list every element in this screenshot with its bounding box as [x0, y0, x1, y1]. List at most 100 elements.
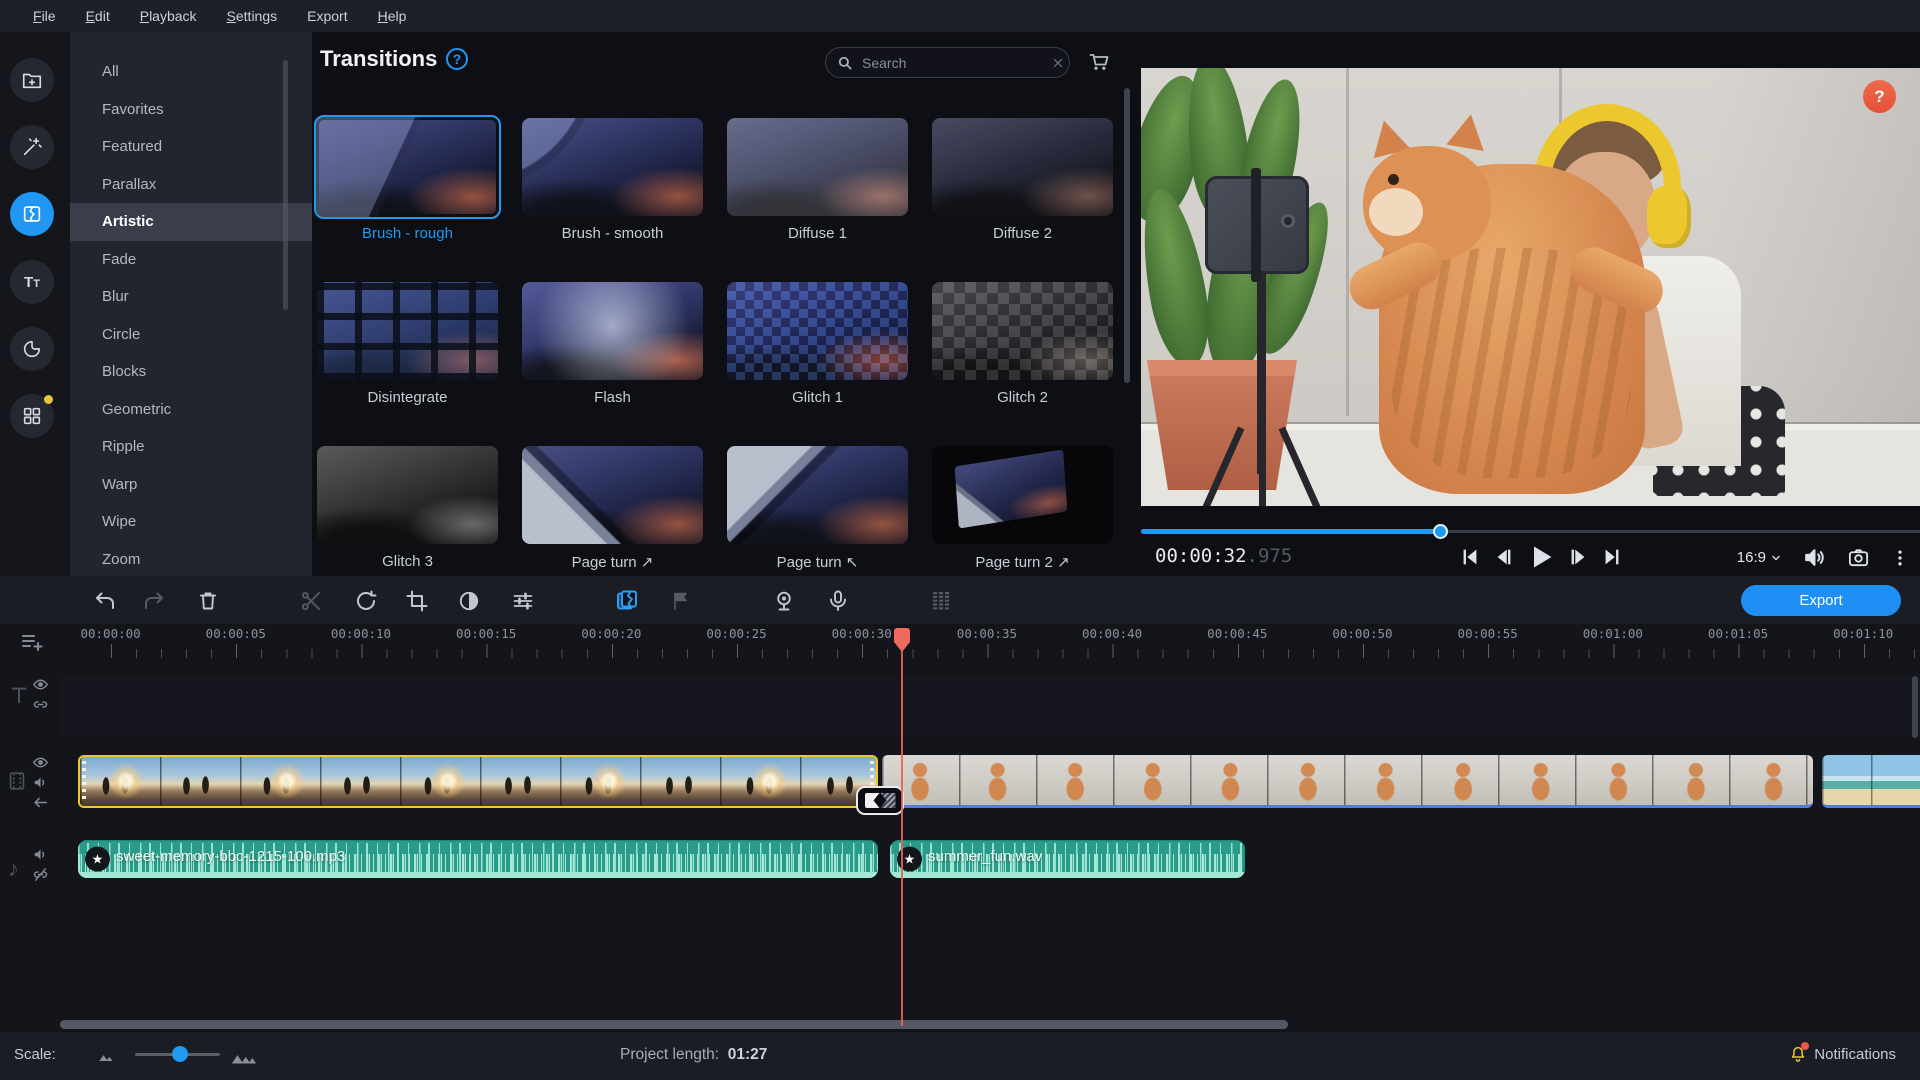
- track-blocks-icon[interactable]: [929, 589, 953, 613]
- filters-button[interactable]: [10, 125, 54, 169]
- category-artistic[interactable]: Artistic: [70, 203, 312, 241]
- link-icon[interactable]: [32, 696, 49, 713]
- delete-icon[interactable]: [196, 589, 220, 613]
- playhead-line[interactable]: [901, 628, 903, 1026]
- menu-file[interactable]: File: [22, 4, 67, 28]
- skip-to-end-icon[interactable]: [1601, 546, 1623, 568]
- rotate-icon[interactable]: [354, 589, 378, 613]
- video-clip-selected[interactable]: [78, 755, 878, 808]
- notifications-button[interactable]: Notifications: [1789, 1045, 1896, 1063]
- category-featured[interactable]: Featured: [70, 128, 312, 166]
- volume-icon[interactable]: [1802, 545, 1827, 570]
- transition-thumbnail: [727, 118, 908, 216]
- marker-flag-icon[interactable]: [669, 589, 693, 613]
- more-icon[interactable]: [1890, 548, 1910, 568]
- notification-dot: [44, 395, 53, 404]
- audio-clip-2[interactable]: ★ summer_fun.wav: [890, 840, 1245, 878]
- transition-label: Glitch 1: [727, 389, 908, 406]
- help-button[interactable]: ?: [1863, 80, 1896, 113]
- voice-record-icon[interactable]: [826, 589, 850, 613]
- category-favorites[interactable]: Favorites: [70, 91, 312, 129]
- transition-tool-icon[interactable]: [615, 589, 639, 613]
- category-geometric[interactable]: Geometric: [70, 391, 312, 429]
- webcam-capture-icon[interactable]: [772, 589, 796, 613]
- volume-icon[interactable]: [32, 846, 49, 863]
- vertical-scrollbar[interactable]: [1912, 676, 1918, 738]
- transition-flash[interactable]: Flash: [522, 282, 703, 406]
- snapshot-icon[interactable]: [1847, 546, 1870, 569]
- category-fade[interactable]: Fade: [70, 241, 312, 279]
- transition-disintegrate[interactable]: Disintegrate: [317, 282, 498, 406]
- undo-icon[interactable]: [93, 589, 117, 613]
- grid-icon: [21, 405, 43, 427]
- eye-icon[interactable]: [32, 676, 49, 693]
- add-track-icon[interactable]: [20, 630, 44, 654]
- video-clip-cat[interactable]: [882, 755, 1813, 808]
- transition-brush-smooth[interactable]: Brush - smooth: [522, 118, 703, 242]
- menu-edit[interactable]: Edit: [75, 4, 121, 28]
- transition-diffuse-1[interactable]: Diffuse 1: [727, 118, 908, 242]
- transition-glitch-3[interactable]: Glitch 3: [317, 446, 498, 571]
- crop-icon[interactable]: [405, 589, 429, 613]
- import-button[interactable]: [10, 58, 54, 102]
- transition-brush-rough[interactable]: Brush - rough: [317, 118, 498, 242]
- menu-playback[interactable]: Playback: [129, 4, 208, 28]
- category-warp[interactable]: Warp: [70, 466, 312, 504]
- play-icon[interactable]: [1527, 543, 1555, 571]
- category-all[interactable]: All: [70, 53, 312, 91]
- skip-to-start-icon[interactable]: [1459, 546, 1481, 568]
- menu-help[interactable]: Help: [367, 4, 418, 28]
- transitions-panel: Transitions ? Brush - rough Brush - smoo…: [312, 32, 1141, 576]
- arrow-left-icon[interactable]: [32, 794, 49, 811]
- next-frame-icon[interactable]: [1567, 546, 1589, 568]
- clear-search-icon[interactable]: [1051, 56, 1065, 70]
- category-parallax[interactable]: Parallax: [70, 166, 312, 204]
- transition-page-turn[interactable]: Page turn ↗: [522, 446, 703, 571]
- search-input[interactable]: [862, 55, 1043, 71]
- category-zoom[interactable]: Zoom: [70, 541, 312, 577]
- cut-icon[interactable]: [299, 589, 323, 613]
- zoom-out-icon[interactable]: [96, 1048, 116, 1064]
- category-ripple[interactable]: Ripple: [70, 428, 312, 466]
- titles-button[interactable]: TT: [10, 260, 54, 304]
- export-button[interactable]: Export: [1741, 585, 1901, 616]
- category-circle[interactable]: Circle: [70, 316, 312, 354]
- timecode-ms: .975: [1247, 545, 1293, 567]
- transition-page-turn-back[interactable]: Page turn ↖: [727, 446, 908, 571]
- category-blur[interactable]: Blur: [70, 278, 312, 316]
- transitions-grid: Brush - rough Brush - smooth Diffuse 1 D…: [317, 118, 1113, 571]
- category-wipe[interactable]: Wipe: [70, 503, 312, 541]
- scale-slider-thumb[interactable]: [172, 1046, 188, 1062]
- color-adjustments-icon[interactable]: [457, 589, 481, 613]
- applied-transition-badge[interactable]: [856, 786, 904, 815]
- category-scrollbar[interactable]: [283, 60, 288, 310]
- audio-clip-1[interactable]: ★ sweet-memory-bbc-1215-100.mp3: [78, 840, 878, 878]
- eye-icon[interactable]: [32, 754, 49, 771]
- cart-icon[interactable]: [1087, 49, 1111, 73]
- more-tools-button[interactable]: [10, 394, 54, 438]
- link-off-icon[interactable]: [32, 866, 49, 883]
- zoom-in-icon[interactable]: [230, 1048, 256, 1066]
- audio-track-icon: ♪: [8, 856, 19, 882]
- transitions-scrollbar[interactable]: [1124, 88, 1130, 383]
- stickers-button[interactable]: [10, 327, 54, 371]
- seek-bar[interactable]: [1141, 524, 1920, 538]
- redo-icon[interactable]: [142, 589, 166, 613]
- volume-icon[interactable]: [32, 774, 49, 791]
- transition-page-turn-2[interactable]: Page turn 2 ↗: [932, 446, 1113, 571]
- transition-glitch-2[interactable]: Glitch 2: [932, 282, 1113, 406]
- video-clip-partial[interactable]: [1822, 755, 1920, 808]
- menu-settings[interactable]: Settings: [216, 4, 289, 28]
- help-icon[interactable]: ?: [446, 48, 468, 70]
- clip-properties-icon[interactable]: [511, 589, 535, 613]
- horizontal-scrollbar[interactable]: [60, 1020, 1288, 1029]
- transition-glitch-1[interactable]: Glitch 1: [727, 282, 908, 406]
- menu-export[interactable]: Export: [296, 4, 358, 28]
- previous-frame-icon[interactable]: [1493, 546, 1515, 568]
- seek-thumb[interactable]: [1433, 524, 1448, 539]
- transitions-button[interactable]: [10, 192, 54, 236]
- timeline-ruler[interactable]: 00:00:0000:00:0500:00:1000:00:1500:00:20…: [0, 624, 1920, 662]
- aspect-ratio-dropdown[interactable]: 16:9: [1737, 549, 1782, 566]
- category-blocks[interactable]: Blocks: [70, 353, 312, 391]
- transition-diffuse-2[interactable]: Diffuse 2: [932, 118, 1113, 242]
